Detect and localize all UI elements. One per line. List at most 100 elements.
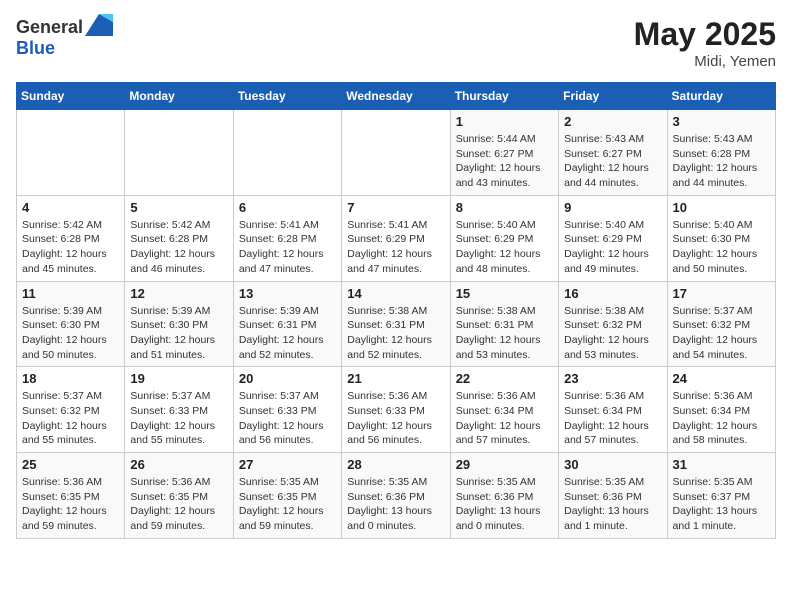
calendar-cell: 8Sunrise: 5:40 AM Sunset: 6:29 PM Daylig… (450, 195, 558, 281)
week-row-3: 11 Sunrise: 5:39 AM Sunset: 6:30 PM Dayli… (17, 281, 776, 367)
day-number: 11 (22, 286, 119, 301)
day-number: 21 (347, 371, 444, 386)
calendar-cell: 5 Sunrise: 5:42 AM Sunset: 6:28 PM Daylig… (125, 195, 233, 281)
calendar-cell: 22Sunrise: 5:36 AM Sunset: 6:34 PM Dayli… (450, 367, 558, 453)
day-number: 2 (564, 114, 661, 129)
cell-info: Sunrise: 5:36 AM Sunset: 6:33 PM Dayligh… (347, 389, 444, 448)
day-number: 7 (347, 200, 444, 215)
day-number: 6 (239, 200, 336, 215)
calendar-cell: 31Sunrise: 5:35 AM Sunset: 6:37 PM Dayli… (667, 453, 775, 539)
weekday-header-friday: Friday (559, 83, 667, 110)
cell-info: Sunrise: 5:38 AM Sunset: 6:31 PM Dayligh… (347, 304, 444, 363)
day-number: 23 (564, 371, 661, 386)
week-row-1: 1Sunrise: 5:44 AM Sunset: 6:27 PM Daylig… (17, 110, 776, 196)
location-subtitle: Midi, Yemen (634, 53, 776, 70)
calendar-cell: 18Sunrise: 5:37 AM Sunset: 6:32 PM Dayli… (17, 367, 125, 453)
cell-info: Sunrise: 5:39 AM Sunset: 6:31 PM Dayligh… (239, 304, 336, 363)
weekday-header-thursday: Thursday (450, 83, 558, 110)
cell-info: Sunrise: 5:40 AM Sunset: 6:29 PM Dayligh… (564, 218, 661, 277)
day-number: 17 (673, 286, 770, 301)
calendar-cell: 26 Sunrise: 5:36 AM Sunset: 6:35 PM Dayli… (125, 453, 233, 539)
title-block: May 2025 Midi, Yemen (634, 16, 776, 70)
cell-info: Sunrise: 5:37 AM Sunset: 6:32 PM Dayligh… (22, 389, 119, 448)
day-number: 28 (347, 457, 444, 472)
calendar-cell: 17Sunrise: 5:37 AM Sunset: 6:32 PM Dayli… (667, 281, 775, 367)
cell-info: Sunrise: 5:38 AM Sunset: 6:32 PM Dayligh… (564, 304, 661, 363)
calendar-cell: 7 Sunrise: 5:41 AM Sunset: 6:29 PM Daylig… (342, 195, 450, 281)
weekday-header-saturday: Saturday (667, 83, 775, 110)
cell-info: Sunrise: 5:37 AM Sunset: 6:33 PM Dayligh… (130, 389, 227, 448)
cell-info: Sunrise: 5:39 AM Sunset: 6:30 PM Dayligh… (22, 304, 119, 363)
cell-info: Sunrise: 5:35 AM Sunset: 6:35 PM Dayligh… (239, 475, 336, 534)
day-number: 20 (239, 371, 336, 386)
cell-info: Sunrise: 5:38 AM Sunset: 6:31 PM Dayligh… (456, 304, 553, 363)
day-number: 24 (673, 371, 770, 386)
day-number: 3 (673, 114, 770, 129)
day-number: 26 (130, 457, 227, 472)
cell-info: Sunrise: 5:41 AM Sunset: 6:29 PM Dayligh… (347, 218, 444, 277)
cell-info: Sunrise: 5:44 AM Sunset: 6:27 PM Dayligh… (456, 132, 553, 191)
cell-info: Sunrise: 5:35 AM Sunset: 6:36 PM Dayligh… (456, 475, 553, 534)
weekday-header-wednesday: Wednesday (342, 83, 450, 110)
cell-info: Sunrise: 5:43 AM Sunset: 6:28 PM Dayligh… (673, 132, 770, 191)
calendar-cell: 27 Sunrise: 5:35 AM Sunset: 6:35 PM Dayli… (233, 453, 341, 539)
day-number: 15 (456, 286, 553, 301)
day-number: 9 (564, 200, 661, 215)
page-header: General Blue May 2025 Midi, Yemen (16, 16, 776, 70)
day-number: 13 (239, 286, 336, 301)
calendar-cell: 12Sunrise: 5:39 AM Sunset: 6:30 PM Dayli… (125, 281, 233, 367)
day-number: 30 (564, 457, 661, 472)
week-row-2: 4 Sunrise: 5:42 AM Sunset: 6:28 PM Daylig… (17, 195, 776, 281)
cell-info: Sunrise: 5:36 AM Sunset: 6:35 PM Dayligh… (130, 475, 227, 534)
calendar-cell: 20 Sunrise: 5:37 AM Sunset: 6:33 PM Dayli… (233, 367, 341, 453)
calendar-cell: 10 Sunrise: 5:40 AM Sunset: 6:30 PM Dayli… (667, 195, 775, 281)
calendar-body: 1Sunrise: 5:44 AM Sunset: 6:27 PM Daylig… (17, 110, 776, 539)
week-row-5: 25 Sunrise: 5:36 AM Sunset: 6:35 PM Dayli… (17, 453, 776, 539)
cell-info: Sunrise: 5:39 AM Sunset: 6:30 PM Dayligh… (130, 304, 227, 363)
calendar-cell: 15 Sunrise: 5:38 AM Sunset: 6:31 PM Dayli… (450, 281, 558, 367)
calendar-cell: 28 Sunrise: 5:35 AM Sunset: 6:36 PM Dayli… (342, 453, 450, 539)
day-number: 25 (22, 457, 119, 472)
logo: General Blue (16, 16, 113, 59)
day-number: 29 (456, 457, 553, 472)
calendar-cell: 16 Sunrise: 5:38 AM Sunset: 6:32 PM Dayli… (559, 281, 667, 367)
cell-info: Sunrise: 5:36 AM Sunset: 6:35 PM Dayligh… (22, 475, 119, 534)
weekday-header-sunday: Sunday (17, 83, 125, 110)
calendar-cell: 19Sunrise: 5:37 AM Sunset: 6:33 PM Dayli… (125, 367, 233, 453)
month-year-title: May 2025 (634, 16, 776, 53)
calendar-cell (17, 110, 125, 196)
calendar-cell: 2 Sunrise: 5:43 AM Sunset: 6:27 PM Daylig… (559, 110, 667, 196)
cell-info: Sunrise: 5:42 AM Sunset: 6:28 PM Dayligh… (130, 218, 227, 277)
calendar-cell: 30 Sunrise: 5:35 AM Sunset: 6:36 PM Dayli… (559, 453, 667, 539)
day-number: 10 (673, 200, 770, 215)
calendar-header: SundayMondayTuesdayWednesdayThursdayFrid… (17, 83, 776, 110)
day-number: 27 (239, 457, 336, 472)
cell-info: Sunrise: 5:36 AM Sunset: 6:34 PM Dayligh… (456, 389, 553, 448)
calendar-cell: 3 Sunrise: 5:43 AM Sunset: 6:28 PM Daylig… (667, 110, 775, 196)
cell-info: Sunrise: 5:37 AM Sunset: 6:33 PM Dayligh… (239, 389, 336, 448)
calendar-cell: 6 Sunrise: 5:41 AM Sunset: 6:28 PM Daylig… (233, 195, 341, 281)
calendar-cell: 25 Sunrise: 5:36 AM Sunset: 6:35 PM Dayli… (17, 453, 125, 539)
day-number: 5 (130, 200, 227, 215)
cell-info: Sunrise: 5:43 AM Sunset: 6:27 PM Dayligh… (564, 132, 661, 191)
cell-info: Sunrise: 5:35 AM Sunset: 6:36 PM Dayligh… (564, 475, 661, 534)
cell-info: Sunrise: 5:36 AM Sunset: 6:34 PM Dayligh… (564, 389, 661, 448)
calendar-cell: 23 Sunrise: 5:36 AM Sunset: 6:34 PM Dayli… (559, 367, 667, 453)
cell-info: Sunrise: 5:35 AM Sunset: 6:36 PM Dayligh… (347, 475, 444, 534)
cell-info: Sunrise: 5:42 AM Sunset: 6:28 PM Dayligh… (22, 218, 119, 277)
calendar-cell: 21 Sunrise: 5:36 AM Sunset: 6:33 PM Dayli… (342, 367, 450, 453)
week-row-4: 18Sunrise: 5:37 AM Sunset: 6:32 PM Dayli… (17, 367, 776, 453)
cell-info: Sunrise: 5:41 AM Sunset: 6:28 PM Dayligh… (239, 218, 336, 277)
cell-info: Sunrise: 5:36 AM Sunset: 6:34 PM Dayligh… (673, 389, 770, 448)
day-number: 14 (347, 286, 444, 301)
weekday-header-monday: Monday (125, 83, 233, 110)
day-number: 4 (22, 200, 119, 215)
day-number: 16 (564, 286, 661, 301)
calendar-cell: 1Sunrise: 5:44 AM Sunset: 6:27 PM Daylig… (450, 110, 558, 196)
calendar-cell (233, 110, 341, 196)
cell-info: Sunrise: 5:40 AM Sunset: 6:30 PM Dayligh… (673, 218, 770, 277)
calendar-cell: 13 Sunrise: 5:39 AM Sunset: 6:31 PM Dayli… (233, 281, 341, 367)
day-number: 8 (456, 200, 553, 215)
logo-blue-text: Blue (16, 38, 55, 59)
calendar-cell (342, 110, 450, 196)
